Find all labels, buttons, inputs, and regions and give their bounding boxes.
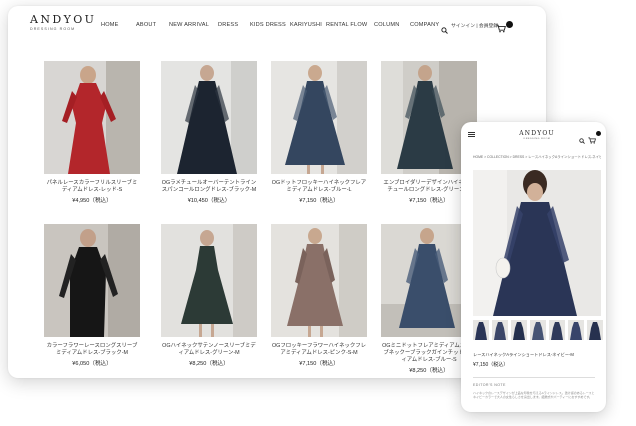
thumbnail-strip <box>473 320 603 340</box>
mobile-product-price: ¥7,150（税込） <box>473 362 509 368</box>
mobile-brand-logo[interactable]: ANDYOU DRESSING ROOM <box>517 130 557 140</box>
nav-rental-flow[interactable]: RENTAL FLOW <box>326 22 367 28</box>
divider <box>473 377 595 378</box>
brand-name: ANDYOU <box>30 13 97 26</box>
product-card[interactable]: OGラメチュールオーバーテントラインスパンコールロングドレス-ブラック-M ¥1… <box>161 61 257 204</box>
dress-photo-pink-flower <box>271 224 367 337</box>
product-name: OGドットフロッキーハイネックフレアミディアムドレス-ブルー-L <box>271 180 367 193</box>
brand-tagline: DRESSING ROOM <box>30 27 76 31</box>
product-photo <box>271 224 367 337</box>
product-price: ¥10,450（税込） <box>187 198 231 204</box>
thumbnail[interactable] <box>549 320 565 340</box>
product-price: ¥7,150（税込） <box>299 361 339 367</box>
mobile-device-frame: ANDYOU DRESSING ROOM HOME > COLLECTION >… <box>461 122 606 412</box>
showcase-stage: ANDYOU DRESSING ROOM HOME ABOUT NEW ARRI… <box>0 0 636 426</box>
nav-kariyushi[interactable]: KARIYUSHI <box>290 22 322 28</box>
dress-photo-red <box>44 61 140 174</box>
nav-new-arrival[interactable]: NEW ARRIVAL <box>169 22 209 28</box>
product-card[interactable]: OGハイネックサテンノースリーブミディアムドレス-グリーン-M ¥8,250（税… <box>161 224 257 367</box>
nav-about[interactable]: ABOUT <box>136 22 156 28</box>
editors-note-text: ハイネックのレースデザインが上品な印象を与えるAラインドレス。透け感のあるレース… <box>473 391 595 400</box>
dress-photo-blue-dot <box>271 61 367 174</box>
breadcrumb[interactable]: HOME > COLLECTION > DRESS > レースハイネックAライン… <box>473 154 601 159</box>
thumbnail[interactable] <box>568 320 584 340</box>
product-hero-image <box>473 170 601 316</box>
nav-home[interactable]: HOME <box>101 22 119 28</box>
product-card[interactable]: カラーフラワーレースロングスリーブミディアムドレス-ブラック-M ¥6,050（… <box>44 224 140 367</box>
thumbnail[interactable] <box>511 320 527 340</box>
search-icon[interactable] <box>579 131 585 144</box>
dress-photo-black-tulle <box>161 61 257 174</box>
brand-logo[interactable]: ANDYOU DRESSING ROOM <box>30 13 100 31</box>
product-card[interactable]: OGフロッキーフラワーハイネックフレアミディアムドレス-ピンク-S-M ¥7,1… <box>271 224 367 367</box>
hero-dress-photo <box>473 170 601 316</box>
nav-dress[interactable]: DRESS <box>218 22 238 28</box>
product-price: ¥6,050（税込） <box>72 361 112 367</box>
product-name: OGフロッキーフラワーハイネックフレアミディアムドレス-ピンク-S-M <box>271 343 367 356</box>
editors-note-title: EDITOR'S NOTE <box>473 383 506 387</box>
hamburger-menu-icon[interactable] <box>468 132 475 137</box>
mobile-brand-tagline: DRESSING ROOM <box>523 138 551 140</box>
dress-photo-black-lace <box>44 224 140 337</box>
dress-photo-green-satin <box>161 224 257 337</box>
product-name: パネルレースカラーフリルスリーブミディアムドレス-レッド-S <box>46 180 138 193</box>
mobile-product-name: レースハイネックAラインショートドレス-ネイビー-M <box>473 352 574 357</box>
site-header: ANDYOU DRESSING ROOM HOME ABOUT NEW ARRI… <box>8 6 546 42</box>
signin-link[interactable]: サインイン | 会員登録 <box>451 22 498 29</box>
product-name: OGハイネックサテンノースリーブミディアムドレス-グリーン-M <box>162 343 256 356</box>
product-photo <box>161 224 257 337</box>
thumbnail[interactable] <box>530 320 546 340</box>
cart-icon[interactable] <box>588 131 596 144</box>
cart-count-badge <box>596 131 601 136</box>
nav-company[interactable]: COMPANY <box>410 22 439 28</box>
thumbnail[interactable] <box>492 320 508 340</box>
product-card[interactable]: パネルレースカラーフリルスリーブミディアムドレス-レッド-S ¥4,950（税込… <box>44 61 140 204</box>
thumbnail[interactable] <box>473 320 489 340</box>
mobile-brand-name: ANDYOU <box>519 130 555 137</box>
product-price: ¥4,950（税込） <box>72 198 112 204</box>
thumbnail[interactable] <box>587 320 603 340</box>
cart-icon[interactable] <box>496 20 506 33</box>
product-price: ¥8,250（税込） <box>189 361 229 367</box>
nav-kids-dress[interactable]: KIDS DRESS <box>250 22 286 28</box>
search-icon[interactable] <box>441 21 448 34</box>
product-name: OGラメチュールオーバーテントラインスパンコールロングドレス-ブラック-M <box>161 180 257 193</box>
product-card[interactable]: OGドットフロッキーハイネックフレアミディアムドレス-ブルー-L ¥7,150（… <box>271 61 367 204</box>
product-price: ¥7,150（税込） <box>299 198 339 204</box>
product-photo <box>271 61 367 174</box>
product-name: カラーフラワーレースロングスリーブミディアムドレス-ブラック-M <box>46 343 138 356</box>
product-photo <box>44 224 140 337</box>
cart-count-badge <box>506 21 513 28</box>
product-photo <box>44 61 140 174</box>
nav-column[interactable]: COLUMN <box>374 22 399 28</box>
product-photo <box>161 61 257 174</box>
